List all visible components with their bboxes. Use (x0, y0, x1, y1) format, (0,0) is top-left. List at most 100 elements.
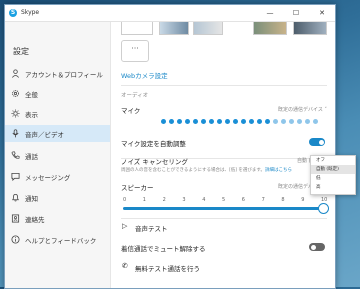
sidebar-item-notifications[interactable]: 通知 (5, 189, 110, 206)
level-dot (305, 119, 310, 124)
settings-content: ··· Webカメラ設定 オーディオ マイク 既定の通信デバイス ˅ マイク設定… (111, 22, 335, 288)
test-audio-button[interactable]: 音声テスト (135, 223, 168, 233)
volume-tick-label: 3 (182, 197, 186, 203)
volume-slider-track[interactable] (123, 207, 323, 210)
sidebar-item-label: 表示 (25, 111, 38, 119)
dropdown-option[interactable]: オフ (311, 156, 355, 165)
unmute-label: 着信通話でミュート解除する (121, 245, 206, 253)
sidebar-item-account[interactable]: アカウント＆プロフィール (5, 65, 110, 82)
phone-icon (11, 151, 20, 159)
background-thumbnail[interactable] (193, 22, 223, 35)
brightness-icon (11, 109, 20, 118)
volume-tick-label: 7 (261, 197, 265, 203)
volume-tick-label: 2 (162, 197, 166, 203)
sidebar-item-label: 通知 (25, 195, 38, 203)
noise-cancel-desc-text: 周囲の人の音を含むことができるようにする場合は、[低] を選びます。 (121, 168, 265, 173)
dropdown-option[interactable]: 自動 (既定) (311, 165, 355, 174)
dropdown-option[interactable]: 低 (311, 174, 355, 183)
sidebar-item-audio-video[interactable]: 音声／ビデオ (5, 125, 110, 142)
level-dot (169, 119, 174, 124)
volume-tick-label: 6 (241, 197, 245, 203)
sidebar-item-label: ヘルプとフィードバック (25, 237, 97, 245)
level-dot (209, 119, 214, 124)
sidebar-item-label: 音声／ビデオ (25, 131, 64, 139)
sidebar-item-contacts[interactable]: 連絡先 (5, 210, 110, 227)
sidebar-item-label: 全般 (25, 91, 38, 99)
microphone-device-dropdown[interactable]: 既定の通信デバイス ˅ (278, 106, 327, 113)
sidebar-item-label: メッセージング (25, 174, 71, 182)
more-backgrounds-button[interactable]: ··· (121, 40, 149, 62)
person-icon (12, 69, 19, 78)
level-dot (177, 119, 182, 124)
level-dot (193, 119, 198, 124)
contacts-icon (11, 214, 20, 223)
skype-window: S Skype — ☐ ✕ 設定 アカウント＆プロフィール 全般 表示 音声／ビ… (4, 4, 336, 289)
level-dot (249, 119, 254, 124)
auto-adjust-toggle[interactable] (309, 138, 325, 146)
bell-icon (11, 193, 20, 202)
background-thumbnail[interactable] (121, 22, 153, 35)
minimize-icon[interactable]: — (257, 5, 283, 21)
sidebar-item-general[interactable]: 全般 (5, 85, 110, 102)
sidebar-item-label: 連絡先 (25, 216, 45, 224)
level-dot (289, 119, 294, 124)
level-dot (161, 119, 166, 124)
info-icon (11, 235, 20, 244)
close-icon[interactable]: ✕ (309, 5, 335, 21)
audio-section-label: オーディオ (121, 93, 149, 99)
level-dot (265, 119, 270, 124)
level-dot (225, 119, 230, 124)
skype-logo-icon: S (9, 9, 17, 17)
background-thumbnail[interactable] (159, 22, 189, 35)
level-dot (281, 119, 286, 124)
speaker-label: スピーカー (121, 184, 154, 192)
noise-cancel-dropdown-menu[interactable]: オフ 自動 (既定) 低 高 (310, 155, 356, 195)
volume-tick-label: 4 (202, 197, 206, 203)
webcam-settings-link[interactable]: Webカメラ設定 (121, 70, 168, 80)
level-dot (313, 119, 318, 124)
background-thumbnail[interactable] (253, 22, 287, 35)
microphone-label: マイク (121, 107, 141, 115)
noise-cancel-description: 周囲の人の音を含むことができるようにする場合は、[低] を選びます。詳細はこちら (121, 167, 292, 173)
microphone-level-meter (161, 119, 327, 127)
level-dot (273, 119, 278, 124)
noise-cancel-label: ノイズ キャンセリング (121, 158, 188, 166)
level-dot (201, 119, 206, 124)
chat-icon (11, 172, 20, 181)
divider (121, 218, 327, 219)
level-dot (257, 119, 262, 124)
microphone-icon (12, 129, 19, 138)
sidebar-item-label: アカウント＆プロフィール (25, 71, 103, 79)
sidebar-item-label: 通話 (25, 153, 38, 161)
unmute-toggle[interactable] (309, 243, 325, 251)
level-dot (185, 119, 190, 124)
settings-heading: 設定 (13, 47, 29, 56)
level-dot (217, 119, 222, 124)
volume-slider-handle[interactable] (318, 203, 329, 214)
volume-tick-label: 5 (222, 197, 226, 203)
title-bar: S Skype — ☐ ✕ (5, 5, 335, 22)
volume-tick-label: 9 (301, 197, 305, 203)
auto-adjust-label: マイク設定を自動調整 (121, 140, 186, 148)
maximize-icon[interactable]: ☐ (283, 5, 309, 21)
noise-cancel-value[interactable]: 自動 ( (297, 157, 311, 164)
sidebar-item-calling[interactable]: 通話 (5, 147, 110, 164)
sidebar-item-display[interactable]: 表示 (5, 105, 110, 122)
settings-sidebar: 設定 アカウント＆プロフィール 全般 表示 音声／ビデオ 通話 メッセージング … (5, 22, 111, 288)
learn-more-link[interactable]: 詳細はこちら (265, 168, 292, 173)
sidebar-item-messaging[interactable]: メッセージング (5, 168, 110, 185)
free-test-call-button[interactable]: 無料テスト通話を行う (135, 263, 200, 273)
sidebar-item-help[interactable]: ヘルプとフィードバック (5, 231, 110, 248)
volume-scale: 0 1 2 3 4 5 6 7 8 9 10 (121, 197, 327, 205)
window-title: Skype (21, 9, 40, 16)
phone-icon: ✆ (122, 262, 128, 270)
dropdown-option[interactable]: 高 (311, 183, 355, 192)
play-icon: ▷ (122, 222, 128, 230)
background-thumbnail[interactable] (293, 22, 327, 35)
gear-icon (12, 90, 19, 97)
divider (121, 85, 327, 86)
volume-tick-label: 1 (142, 197, 146, 203)
level-dot (297, 119, 302, 124)
volume-tick-label: 0 (123, 197, 127, 203)
level-dot (233, 119, 238, 124)
